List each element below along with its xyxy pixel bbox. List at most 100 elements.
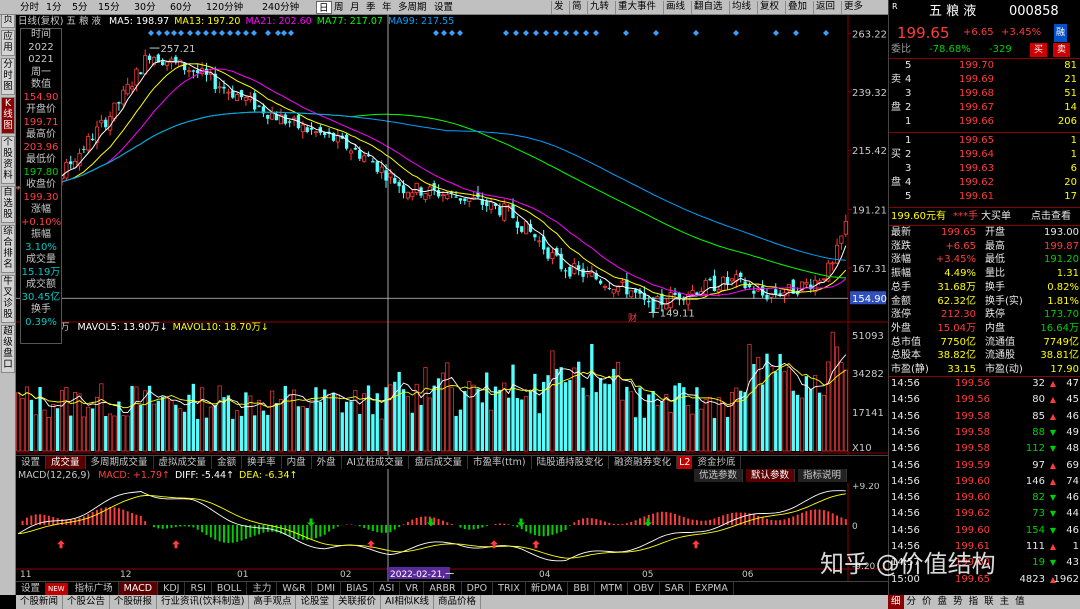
indicator-tab[interactable]: VR — [400, 582, 425, 595]
indicator-tab[interactable]: KDJ — [158, 582, 186, 595]
indicator-tab[interactable]: BOLL — [212, 582, 248, 595]
news-link[interactable]: 关联报价 — [334, 595, 382, 609]
indicator-tab[interactable]: OBV — [628, 582, 660, 595]
indicator-tab[interactable]: 资金抄底 — [692, 456, 742, 469]
news-link[interactable]: 论股堂 — [296, 595, 334, 609]
news-link[interactable]: 高手观点 — [249, 595, 297, 609]
period-tab[interactable]: 设置 — [432, 1, 455, 14]
volume-bar — [603, 383, 607, 451]
period-tab[interactable]: 分时 — [18, 1, 41, 14]
toolbar-button[interactable]: 发 — [551, 1, 566, 14]
period-tab[interactable]: 1分 — [44, 1, 64, 14]
kline-chart[interactable]: 263.22 239.32 215.42 191.21 167.31 154.90 257.… — [16, 15, 888, 595]
param-tab[interactable]: 默认参数 — [746, 469, 796, 482]
buy-button[interactable]: 买 — [1030, 43, 1048, 57]
quote-tab[interactable]: 价 — [919, 595, 935, 609]
period-tab[interactable]: 多周期 — [396, 1, 429, 14]
watermark: 知乎 @价值结构 — [820, 550, 996, 578]
quote-tab[interactable]: 分 — [904, 595, 920, 609]
period-tab[interactable]: 120分钟 — [204, 1, 245, 14]
left-tab[interactable]: 分时图 — [1, 58, 15, 95]
left-tab[interactable]: 个股资料 — [1, 136, 15, 184]
toolbar-button[interactable]: 复权 — [757, 1, 781, 14]
period-tab[interactable]: 月 — [348, 1, 362, 14]
quote-tab[interactable]: 盘 — [935, 595, 951, 609]
indicator-tab[interactable]: 金额 — [212, 456, 243, 469]
big-order-link[interactable]: 点击查看 — [1031, 210, 1071, 224]
indicator-tab[interactable]: 陆股通持股变化 — [532, 456, 610, 469]
indicator-tab[interactable]: TRIX — [493, 582, 526, 595]
indicator-tab[interactable]: 设置 — [16, 582, 47, 595]
left-tab[interactable]: 超级盘口 — [1, 325, 15, 373]
indicator-tab[interactable]: 市盈率(ttm) — [468, 456, 532, 469]
indicator-tab[interactable]: 虚拟成交量 — [154, 456, 213, 469]
news-link[interactable]: 个股新闻 — [16, 595, 64, 609]
indicator-tab[interactable]: 新DMA — [526, 582, 569, 595]
indicator-tab[interactable]: RSI — [185, 582, 212, 595]
indicator-tab[interactable]: ASI — [374, 582, 401, 595]
period-tab[interactable]: 240分钟 — [260, 1, 301, 14]
indicator-tab[interactable]: 指标广场 — [70, 582, 119, 595]
period-tab[interactable]: 日 — [316, 1, 332, 14]
indicator-tab[interactable]: 内盘 — [282, 456, 312, 469]
indicator-tab[interactable]: 盘后成交量 — [409, 456, 468, 469]
left-tab[interactable]: K线图 — [1, 97, 15, 134]
period-tab[interactable]: 5分 — [70, 1, 90, 14]
toolbar-button[interactable]: 重大事件 — [615, 1, 658, 14]
period-tab[interactable]: 年 — [380, 1, 394, 14]
indicator-tab[interactable]: AI立桩成交量 — [342, 456, 410, 469]
quote-tab[interactable]: 主 — [997, 595, 1013, 609]
period-tab[interactable]: 60分 — [168, 1, 194, 14]
toolbar-button[interactable]: 返回 — [813, 1, 837, 14]
indicator-tab[interactable]: DPO — [462, 582, 494, 595]
left-tab[interactable]: 自选股 — [1, 186, 15, 223]
toolbar-button[interactable]: 画线 — [663, 1, 687, 14]
left-tab[interactable]: 综合排名 — [1, 225, 15, 273]
sell-button[interactable]: 卖 — [1053, 43, 1071, 57]
indicator-tab[interactable]: 外盘 — [312, 456, 342, 469]
indicator-tab[interactable]: 主力 — [247, 582, 278, 595]
indicator-tab[interactable]: BIAS — [341, 582, 374, 595]
indicator-tab[interactable]: SAR — [660, 582, 690, 595]
period-tab[interactable]: 15分 — [96, 1, 122, 14]
toolbar-button[interactable]: 简 — [569, 1, 584, 14]
indicator-tab[interactable]: 成交量 — [46, 456, 86, 469]
period-tab[interactable]: 周 — [332, 1, 346, 14]
indicator-tab[interactable]: DMI — [312, 582, 342, 595]
toolbar-button[interactable]: 翻自选 — [691, 1, 725, 14]
news-link[interactable]: 个股公告 — [63, 595, 111, 609]
quote-tab[interactable]: 联 — [981, 595, 997, 609]
indicator-tab[interactable]: EXPMA — [690, 582, 734, 595]
news-link[interactable]: AI相似K线 — [381, 595, 435, 609]
news-link[interactable]: 行业资讯(饮料制造) — [157, 595, 250, 609]
indicator-tab[interactable]: MTM — [595, 582, 629, 595]
indicator-tab[interactable]: 融资融券变化 — [609, 456, 678, 469]
indicator-tab[interactable]: 多周期成交量 — [86, 456, 154, 469]
tick-price: 199.56 — [955, 378, 990, 389]
event-diamond-icon — [164, 30, 170, 36]
quote-tab[interactable]: 指 — [966, 595, 982, 609]
left-tab[interactable]: 应用 — [1, 30, 15, 56]
indicator-tab[interactable]: 换手率 — [242, 456, 282, 469]
left-tab[interactable]: 牛叉诊股 — [1, 275, 15, 323]
quote-tab[interactable]: 细 — [888, 595, 904, 609]
indicator-tab[interactable]: MACD — [118, 582, 159, 595]
news-link[interactable]: 个股研报 — [110, 595, 158, 609]
toolbar-button[interactable]: 更多 — [841, 1, 865, 14]
news-link[interactable]: 商品价格 — [434, 595, 482, 609]
volume-bar — [572, 367, 577, 452]
quote-tab[interactable]: 势 — [950, 595, 966, 609]
toolbar-button[interactable]: 九转 — [587, 1, 611, 14]
quote-tab[interactable]: 值 — [1012, 595, 1028, 609]
toolbar-button[interactable]: 均线 — [729, 1, 753, 14]
indicator-tab[interactable]: 设置 — [16, 456, 47, 469]
indicator-tab[interactable]: W&R — [277, 582, 312, 595]
period-tab[interactable]: 季 — [364, 1, 378, 14]
period-tab[interactable]: 30分 — [132, 1, 158, 14]
param-tab[interactable]: 指标说明 — [798, 469, 848, 482]
param-tab[interactable]: 优选参数 — [694, 469, 744, 482]
toolbar-button[interactable]: 叠加 — [785, 1, 809, 14]
stat-value: 173.70 — [1044, 309, 1079, 321]
indicator-tab[interactable]: ARBR — [424, 582, 462, 595]
indicator-tab[interactable]: BBI — [568, 582, 596, 595]
